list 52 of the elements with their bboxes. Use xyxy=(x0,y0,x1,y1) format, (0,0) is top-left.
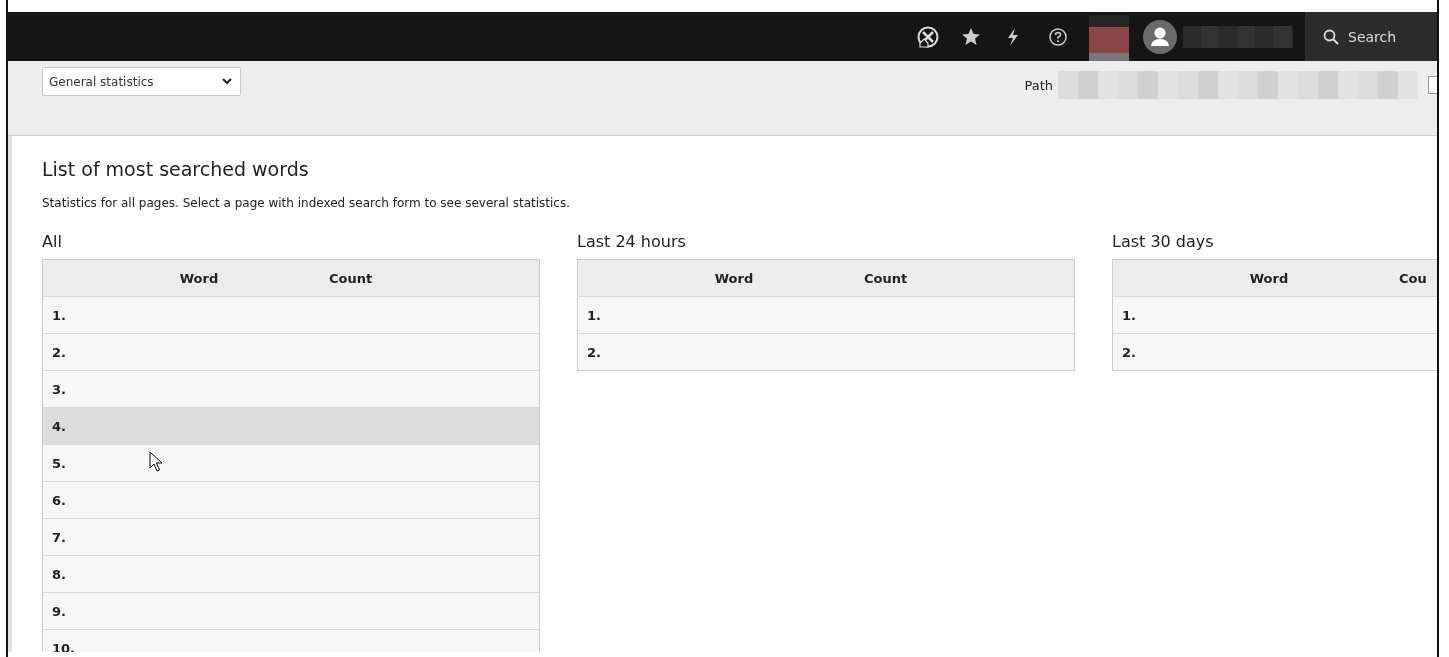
chevron-down-icon xyxy=(222,78,232,85)
table-row[interactable]: 1. xyxy=(43,296,539,333)
table-row[interactable]: 2. xyxy=(578,333,1074,370)
rank-number: 8. xyxy=(52,566,66,582)
table-row[interactable]: 7. xyxy=(43,518,539,555)
star-icon[interactable] xyxy=(961,26,981,47)
column-header: Word xyxy=(713,270,755,286)
table-row[interactable]: 2. xyxy=(43,333,539,370)
rank-number: 2. xyxy=(1122,344,1136,360)
rank-number: 9. xyxy=(52,603,66,619)
description-text: Statistics for all pages. Select a page with indexed search form to see several statistics. xyxy=(42,196,572,210)
table-row[interactable]: 1. xyxy=(578,296,1074,333)
table-row[interactable]: 2. xyxy=(1113,333,1437,370)
redacted-block xyxy=(1089,15,1129,63)
user-avatar-icon[interactable] xyxy=(1143,19,1177,54)
rank-number: 2. xyxy=(52,344,66,360)
table-row[interactable]: 1. xyxy=(1113,296,1437,333)
column-header: Word xyxy=(1248,270,1290,286)
table-heading: All xyxy=(42,232,63,251)
rank-number: 10. xyxy=(52,640,76,652)
rank-number: 1. xyxy=(587,307,601,323)
rank-number: 7. xyxy=(52,529,66,545)
lightning-icon[interactable] xyxy=(1007,27,1019,46)
table-row[interactable]: 10. xyxy=(43,629,539,652)
statistics-dropdown[interactable]: General statistics xyxy=(42,67,241,96)
rank-number: 4. xyxy=(52,418,66,434)
table-row[interactable]: 3. xyxy=(43,370,539,407)
column-header: Count xyxy=(863,270,909,286)
table-row[interactable]: 4. xyxy=(43,407,539,444)
table-row[interactable]: 8. xyxy=(43,555,539,592)
column-header: Count xyxy=(328,270,374,286)
rank-number: 6. xyxy=(52,492,66,508)
table-row[interactable]: 9. xyxy=(43,592,539,629)
path-label: Path xyxy=(1024,77,1053,93)
rank-number: 3. xyxy=(52,381,66,397)
column-header: Word xyxy=(178,270,220,286)
rank-number: 1. xyxy=(52,307,66,323)
text-field[interactable] xyxy=(1428,76,1437,94)
cursor-icon xyxy=(149,451,163,473)
rank-number: 2. xyxy=(587,344,601,360)
tools-logo-icon[interactable] xyxy=(917,25,939,48)
search-icon xyxy=(1323,28,1339,45)
search-button[interactable]: Search xyxy=(1305,12,1437,61)
rank-number: 1. xyxy=(1122,307,1136,323)
table-heading: Last 30 days xyxy=(1112,232,1215,251)
table-heading: Last 24 hours xyxy=(577,232,687,251)
table-row[interactable]: 5. xyxy=(43,444,539,481)
page-title: List of most searched words xyxy=(42,158,310,180)
help-icon[interactable] xyxy=(1049,27,1067,46)
rank-number: 5. xyxy=(52,455,66,471)
column-header: Cou xyxy=(1398,270,1428,286)
table-row[interactable]: 6. xyxy=(43,481,539,518)
